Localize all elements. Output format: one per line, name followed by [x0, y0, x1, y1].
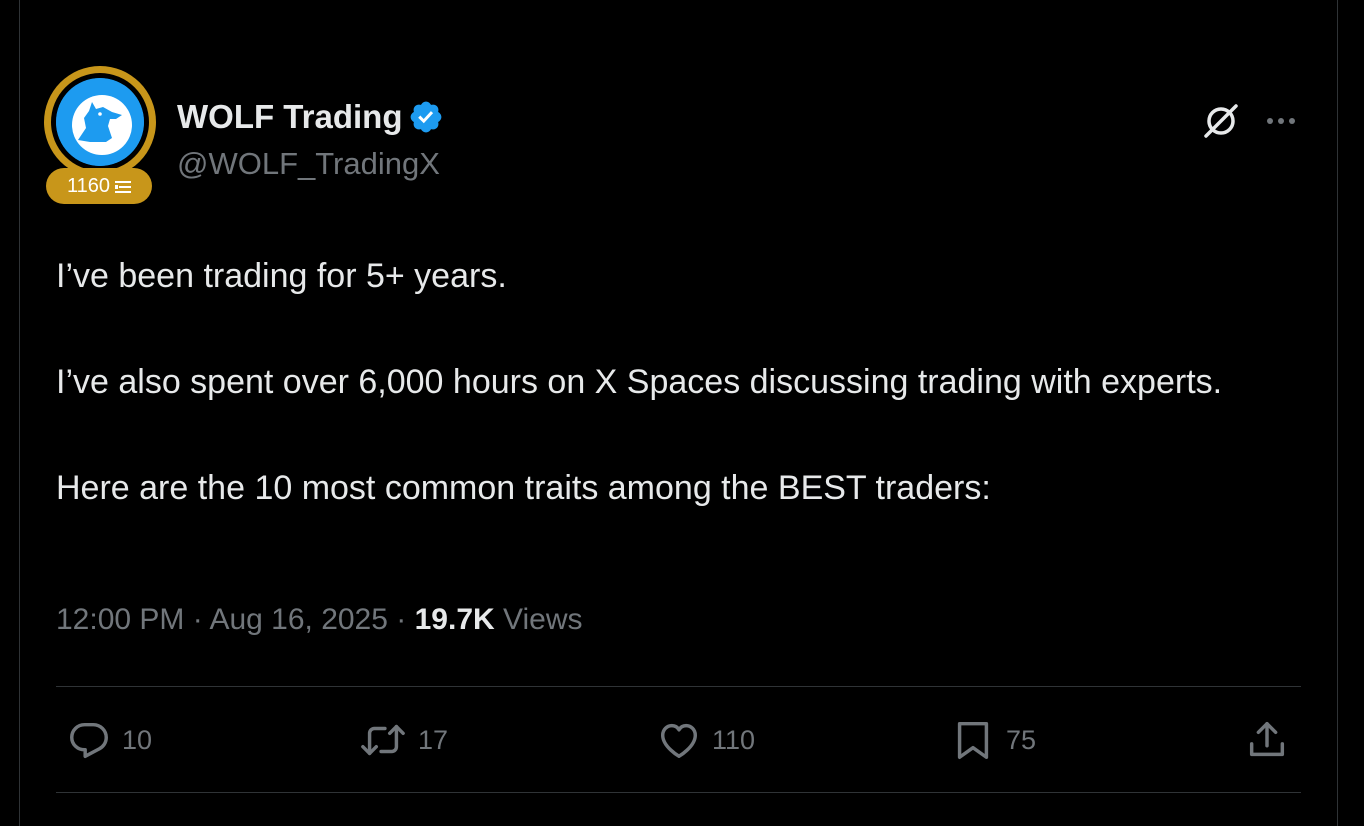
- tweet-paragraph: I’ve been trading for 5+ years.: [56, 257, 507, 295]
- meta-separator: ·: [387, 603, 415, 636]
- level-count: 1160: [66, 174, 110, 197]
- tweet-text: I’ve been trading for 5+ years. I’ve als…: [56, 250, 1296, 515]
- share-icon: [1244, 717, 1290, 763]
- wolf-howling-icon: [56, 78, 144, 166]
- tweet-date[interactable]: Aug 16, 2025: [209, 603, 388, 636]
- like-count: 110: [712, 724, 756, 755]
- level-badge[interactable]: 1160: [46, 168, 152, 204]
- repost-icon: [358, 717, 408, 763]
- level-stack-icon: [115, 178, 131, 194]
- bookmark-icon: [950, 717, 996, 763]
- tweet-meta: 12:00 PM · Aug 16, 2025 · 19.7K Views: [56, 603, 583, 637]
- column-border-right: [1337, 0, 1338, 826]
- author-handle[interactable]: @WOLF_TradingX: [177, 146, 440, 182]
- views-label: Views: [494, 603, 583, 636]
- tweet-paragraph: Here are the 10 most common traits among…: [56, 469, 991, 507]
- repost-button[interactable]: 17: [358, 716, 448, 764]
- author-display-name[interactable]: WOLF Trading: [177, 98, 402, 136]
- column-border-left: [19, 0, 20, 826]
- avatar[interactable]: 1160: [44, 66, 156, 206]
- reply-count: 10: [122, 724, 153, 755]
- more-icon[interactable]: [1262, 104, 1300, 138]
- views-count: 19.7K: [414, 603, 495, 636]
- bookmark-button[interactable]: 75: [950, 716, 1036, 764]
- divider: [56, 686, 1301, 687]
- tweet-paragraph: I’ve also spent over 6,000 hours on X Sp…: [56, 363, 1223, 401]
- author-name-row[interactable]: WOLF Trading: [177, 98, 444, 136]
- divider: [56, 792, 1301, 793]
- heart-icon: [656, 717, 702, 763]
- reply-button[interactable]: 10: [66, 716, 152, 764]
- bookmark-count: 75: [1006, 724, 1037, 755]
- grok-icon[interactable]: [1200, 100, 1242, 142]
- tweet-time[interactable]: 12:00 PM: [56, 603, 184, 636]
- verified-badge-icon[interactable]: [408, 99, 444, 135]
- like-button[interactable]: 110: [656, 716, 755, 764]
- share-button[interactable]: [1244, 716, 1290, 764]
- repost-count: 17: [418, 724, 449, 755]
- reply-icon: [66, 717, 112, 763]
- meta-separator: ·: [184, 603, 210, 636]
- tweet-page: 1160 WOLF Trading @WOLF_TradingX I’ve be…: [0, 0, 1364, 826]
